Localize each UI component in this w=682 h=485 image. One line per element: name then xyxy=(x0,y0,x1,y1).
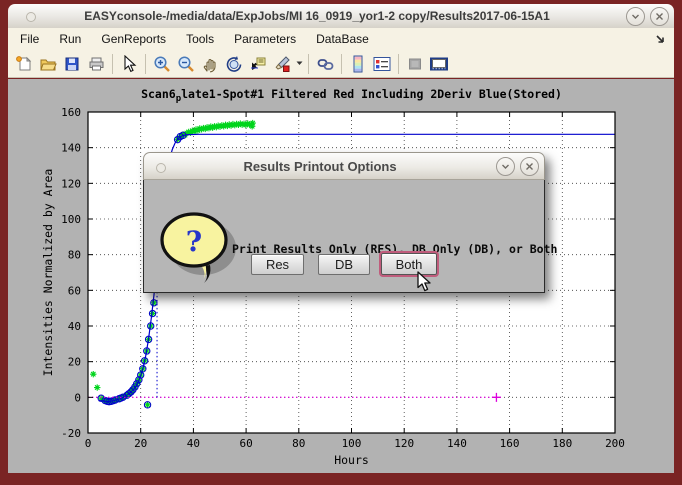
svg-text:100: 100 xyxy=(342,437,362,450)
svg-text:160: 160 xyxy=(61,106,81,119)
svg-text:40: 40 xyxy=(187,437,200,450)
pointer-arrow-icon xyxy=(121,55,137,73)
svg-text:140: 140 xyxy=(61,142,81,155)
svg-text:20: 20 xyxy=(68,356,81,369)
menubar-overflow-arrow-icon[interactable] xyxy=(656,34,666,44)
svg-text:160: 160 xyxy=(500,437,520,450)
res-button[interactable]: Res xyxy=(251,254,304,275)
brush-icon xyxy=(273,55,291,73)
link-plot-button[interactable] xyxy=(313,52,337,76)
dialog-body: ? Print Results Only (RES), DB Only (DB)… xyxy=(143,180,545,293)
menu-database[interactable]: DataBase xyxy=(306,30,379,48)
insert-colorbar-button[interactable] xyxy=(346,52,370,76)
brush-tool-button[interactable] xyxy=(270,52,294,76)
print-button[interactable] xyxy=(84,52,108,76)
data-cursor-button[interactable] xyxy=(246,52,270,76)
window-menu-dot[interactable] xyxy=(26,12,36,22)
disabled-square-icon xyxy=(406,55,424,73)
toolbar-separator xyxy=(308,54,309,74)
svg-text:140: 140 xyxy=(447,437,467,450)
disabled-tool-button xyxy=(403,52,427,76)
svg-text:120: 120 xyxy=(394,437,414,450)
link-icon xyxy=(316,55,335,73)
hand-icon xyxy=(201,55,219,73)
close-icon xyxy=(655,12,664,21)
menu-genreports[interactable]: GenReports xyxy=(91,30,176,48)
new-file-button[interactable] xyxy=(12,52,36,76)
svg-text:60: 60 xyxy=(239,437,252,450)
chevron-down-icon xyxy=(501,162,510,171)
dock-figure-button[interactable] xyxy=(427,52,451,76)
mouse-cursor xyxy=(416,271,433,298)
zoom-out-icon xyxy=(177,55,195,73)
dialog-restore-button[interactable] xyxy=(496,157,515,176)
toolbar-separator xyxy=(398,54,399,74)
dialog-titlebar[interactable]: Results Printout Options xyxy=(143,152,545,180)
toolbar xyxy=(8,50,674,78)
svg-text:80: 80 xyxy=(68,249,81,262)
rotate-3d-button[interactable] xyxy=(222,52,246,76)
zoom-out-button[interactable] xyxy=(174,52,198,76)
close-icon xyxy=(525,162,534,171)
svg-text:100: 100 xyxy=(61,213,81,226)
toolbar-separator xyxy=(145,54,146,74)
svg-text:20: 20 xyxy=(134,437,147,450)
colorbar-icon xyxy=(350,54,366,74)
dock-figure-icon xyxy=(428,55,450,73)
svg-text:180: 180 xyxy=(552,437,572,450)
printer-icon xyxy=(87,55,106,73)
results-printout-dialog: Results Printout Options ? Print Results… xyxy=(143,152,545,293)
svg-text:200: 200 xyxy=(605,437,625,450)
pointer-tool-button[interactable] xyxy=(117,52,141,76)
svg-text:0: 0 xyxy=(74,391,81,404)
svg-text:80: 80 xyxy=(292,437,305,450)
dialog-menu-dot[interactable] xyxy=(156,163,166,173)
screen: { "window": { "title": "EASYconsole-/med… xyxy=(0,0,682,485)
insert-legend-button[interactable] xyxy=(370,52,394,76)
pointer-arrow-icon xyxy=(416,271,433,293)
x-axis-label: Hours xyxy=(334,453,369,467)
menu-tools[interactable]: Tools xyxy=(176,30,224,48)
toolbar-separator xyxy=(341,54,342,74)
svg-text:?: ? xyxy=(186,225,202,258)
open-folder-icon xyxy=(39,55,58,73)
svg-text:40: 40 xyxy=(68,320,81,333)
plot-title: Scan6plate1-Spot#1 Filtered Red Includin… xyxy=(141,87,562,104)
pan-tool-button[interactable] xyxy=(198,52,222,76)
menu-run[interactable]: Run xyxy=(49,30,91,48)
zoom-in-icon xyxy=(153,55,171,73)
dialog-close-button[interactable] xyxy=(520,157,539,176)
menu-parameters[interactable]: Parameters xyxy=(224,30,306,48)
y-axis-label: Intensities Normalized by Area xyxy=(41,169,55,377)
open-file-button[interactable] xyxy=(36,52,60,76)
window-restore-button[interactable] xyxy=(626,7,645,26)
menu-file[interactable]: File xyxy=(8,30,49,48)
legend-icon xyxy=(372,55,392,73)
svg-text:0: 0 xyxy=(85,437,92,450)
data-cursor-icon xyxy=(249,55,267,73)
save-button[interactable] xyxy=(60,52,84,76)
window-titlebar[interactable]: EASYconsole-/media/data/ExpJobs/MI 16_09… xyxy=(8,4,674,29)
svg-text:120: 120 xyxy=(61,177,81,190)
window-title: EASYconsole-/media/data/ExpJobs/MI 16_09… xyxy=(8,9,626,23)
svg-text:-20: -20 xyxy=(61,427,81,440)
rotate-3d-icon xyxy=(225,55,243,73)
svg-text:60: 60 xyxy=(68,284,81,297)
toolbar-separator xyxy=(112,54,113,74)
window-close-button[interactable] xyxy=(650,7,669,26)
dialog-title: Results Printout Options xyxy=(144,159,496,174)
chevron-down-icon xyxy=(631,12,640,21)
chevron-down-icon xyxy=(296,61,303,66)
menubar: File Run GenReports Tools Parameters Dat… xyxy=(8,28,674,50)
zoom-in-button[interactable] xyxy=(150,52,174,76)
db-button[interactable]: DB xyxy=(318,254,370,275)
save-floppy-icon xyxy=(63,55,81,73)
brush-dropdown-button[interactable] xyxy=(294,52,304,76)
new-file-icon xyxy=(15,55,33,73)
